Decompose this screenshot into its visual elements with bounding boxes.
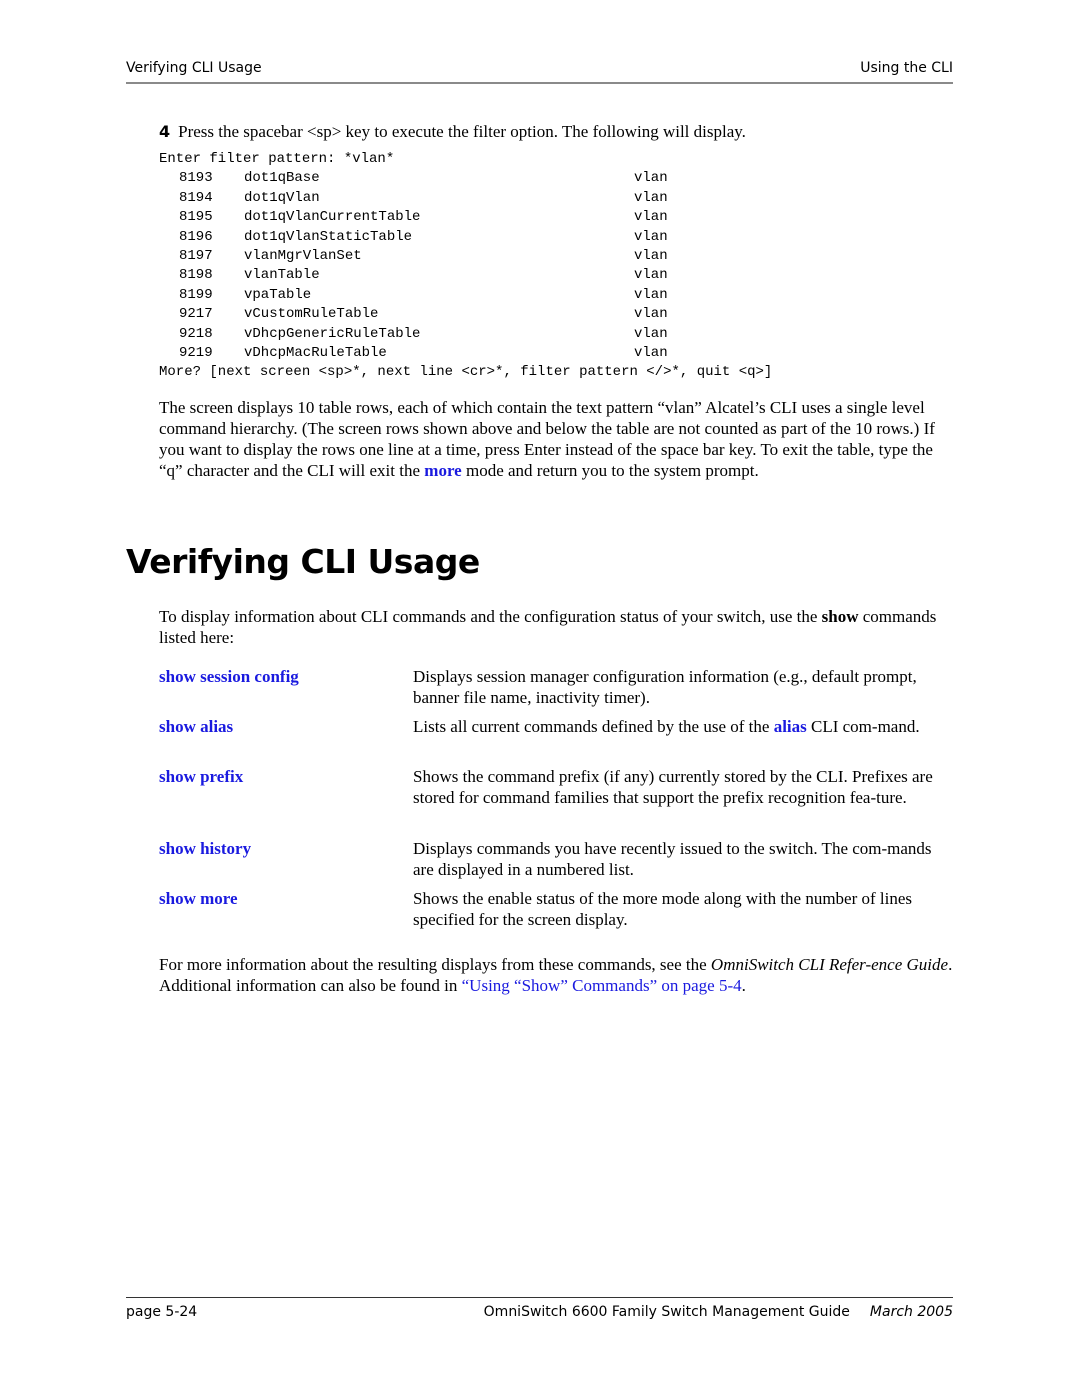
- row-table-name: vlanTable: [244, 267, 320, 284]
- filter-prompt-line: Enter filter pattern: *vlan*: [159, 151, 395, 167]
- command-description: Shows the enable status of the more mode…: [413, 889, 913, 929]
- more-link[interactable]: more: [424, 461, 461, 480]
- command-link[interactable]: show history: [159, 838, 251, 859]
- table-row: 8194 dot1qVlan vlan: [159, 189, 772, 208]
- table-row: 8199 vpaTable vlan: [159, 286, 772, 305]
- step-4: 4 Press the spacebar <sp> key to execute …: [159, 122, 746, 142]
- command-link[interactable]: show session config: [159, 666, 299, 687]
- row-id: 8198: [179, 267, 213, 284]
- row-group: vlan: [634, 170, 668, 187]
- command-description: Lists all current commands defined by th…: [413, 716, 953, 737]
- row-table-name: vDhcpGenericRuleTable: [244, 325, 421, 342]
- row-id: 9217: [179, 306, 213, 323]
- table-row: 8195 dot1qVlanCurrentTable vlan: [159, 208, 772, 227]
- row-group: vlan: [634, 228, 668, 245]
- table-row: 9219 vDhcpMacRuleTable vlan: [159, 344, 772, 363]
- row-table-name: dot1qVlanCurrentTable: [244, 209, 421, 226]
- row-group: vlan: [634, 189, 668, 206]
- row-table-name: vDhcpMacRuleTable: [244, 344, 387, 361]
- cli-output-block: Enter filter pattern: *vlan* 8193 dot1qBa…: [159, 150, 772, 383]
- row-table-name: vlanMgrVlanSet: [244, 247, 362, 264]
- intro-text: To display information about CLI command…: [159, 607, 822, 626]
- closing-paragraph: For more information about the resulting…: [159, 954, 954, 996]
- table-row: 9218 vDhcpGenericRuleTable vlan: [159, 325, 772, 344]
- header-section-title: Verifying CLI Usage: [126, 60, 262, 76]
- footer-guide-info: OmniSwitch 6600 Family Switch Management…: [484, 1304, 953, 1320]
- row-id: 8199: [179, 286, 213, 303]
- table-row: 8197 vlanMgrVlanSet vlan: [159, 247, 772, 266]
- row-id: 9218: [179, 325, 213, 342]
- alias-link[interactable]: alias: [774, 717, 807, 736]
- row-group: vlan: [634, 306, 668, 323]
- desc-text: Lists all current commands defined by th…: [413, 717, 774, 736]
- command-link[interactable]: show more: [159, 888, 238, 909]
- row-group: vlan: [634, 267, 668, 284]
- closing-text: For more information about the resulting…: [159, 955, 711, 974]
- cli-table: 8193 dot1qBase vlan 8194 dot1qVlan vlan 8195 do…: [159, 169, 772, 363]
- more-prompt-line: More? [next screen <sp>*, next line <cr>…: [159, 364, 773, 381]
- table-row: 9217 vCustomRuleTable vlan: [159, 305, 772, 324]
- command-description: Displays session manager configuration i…: [413, 667, 917, 707]
- row-table-name: vCustomRuleTable: [244, 306, 379, 323]
- reference-guide-title: OmniSwitch CLI Refer-ence Guide: [710, 955, 949, 974]
- row-group: vlan: [634, 325, 668, 342]
- row-table-name: vpaTable: [244, 286, 312, 303]
- guide-title: OmniSwitch 6600 Family Switch Management…: [483, 1304, 850, 1320]
- header-chapter-title: Using the CLI: [860, 60, 953, 76]
- step-text: Press the spacebar <sp> key to execute t…: [178, 122, 746, 141]
- closing-text-end: .: [741, 976, 746, 995]
- section-heading: Verifying CLI Usage: [126, 542, 480, 581]
- table-row: 8198 vlanTable vlan: [159, 266, 772, 285]
- command-description: Shows the command prefix (if any) curren…: [413, 767, 933, 807]
- page-number: page 5-24: [126, 1304, 198, 1320]
- row-id: 8193: [179, 170, 213, 187]
- row-group: vlan: [634, 209, 668, 226]
- intro-bold-show: show: [821, 607, 859, 626]
- row-id: 8197: [179, 247, 213, 264]
- row-id: 8196: [179, 228, 213, 245]
- row-group: vlan: [634, 286, 668, 303]
- running-footer: page 5-24 OmniSwitch 6600 Family Switch …: [126, 1297, 953, 1320]
- row-id: 8195: [179, 209, 213, 226]
- row-table-name: dot1qVlan: [244, 189, 320, 206]
- command-description: Displays commands you have recently issu…: [413, 839, 932, 879]
- desc-text-end: CLI com-mand.: [806, 717, 920, 736]
- explanation-text-end: mode and return you to the system prompt…: [461, 461, 759, 480]
- row-group: vlan: [634, 247, 668, 264]
- row-table-name: dot1qBase: [244, 170, 320, 187]
- table-row: 8193 dot1qBase vlan: [159, 169, 772, 188]
- step-number: 4: [159, 122, 171, 141]
- publication-date: March 2005: [869, 1304, 953, 1320]
- row-group: vlan: [634, 344, 668, 361]
- using-show-commands-link[interactable]: “Using “Show” Commands” on page 5-4: [462, 976, 742, 995]
- row-id: 8194: [179, 189, 213, 206]
- section-intro: To display information about CLI command…: [159, 606, 954, 648]
- command-link[interactable]: show prefix: [159, 766, 243, 787]
- row-table-name: dot1qVlanStaticTable: [244, 228, 413, 245]
- explanation-paragraph: The screen displays 10 table rows, each …: [159, 397, 954, 481]
- table-row: 8196 dot1qVlanStaticTable vlan: [159, 228, 772, 247]
- command-link[interactable]: show alias: [159, 716, 233, 737]
- row-id: 9219: [179, 344, 213, 361]
- running-header: Verifying CLI Usage Using the CLI: [126, 58, 953, 84]
